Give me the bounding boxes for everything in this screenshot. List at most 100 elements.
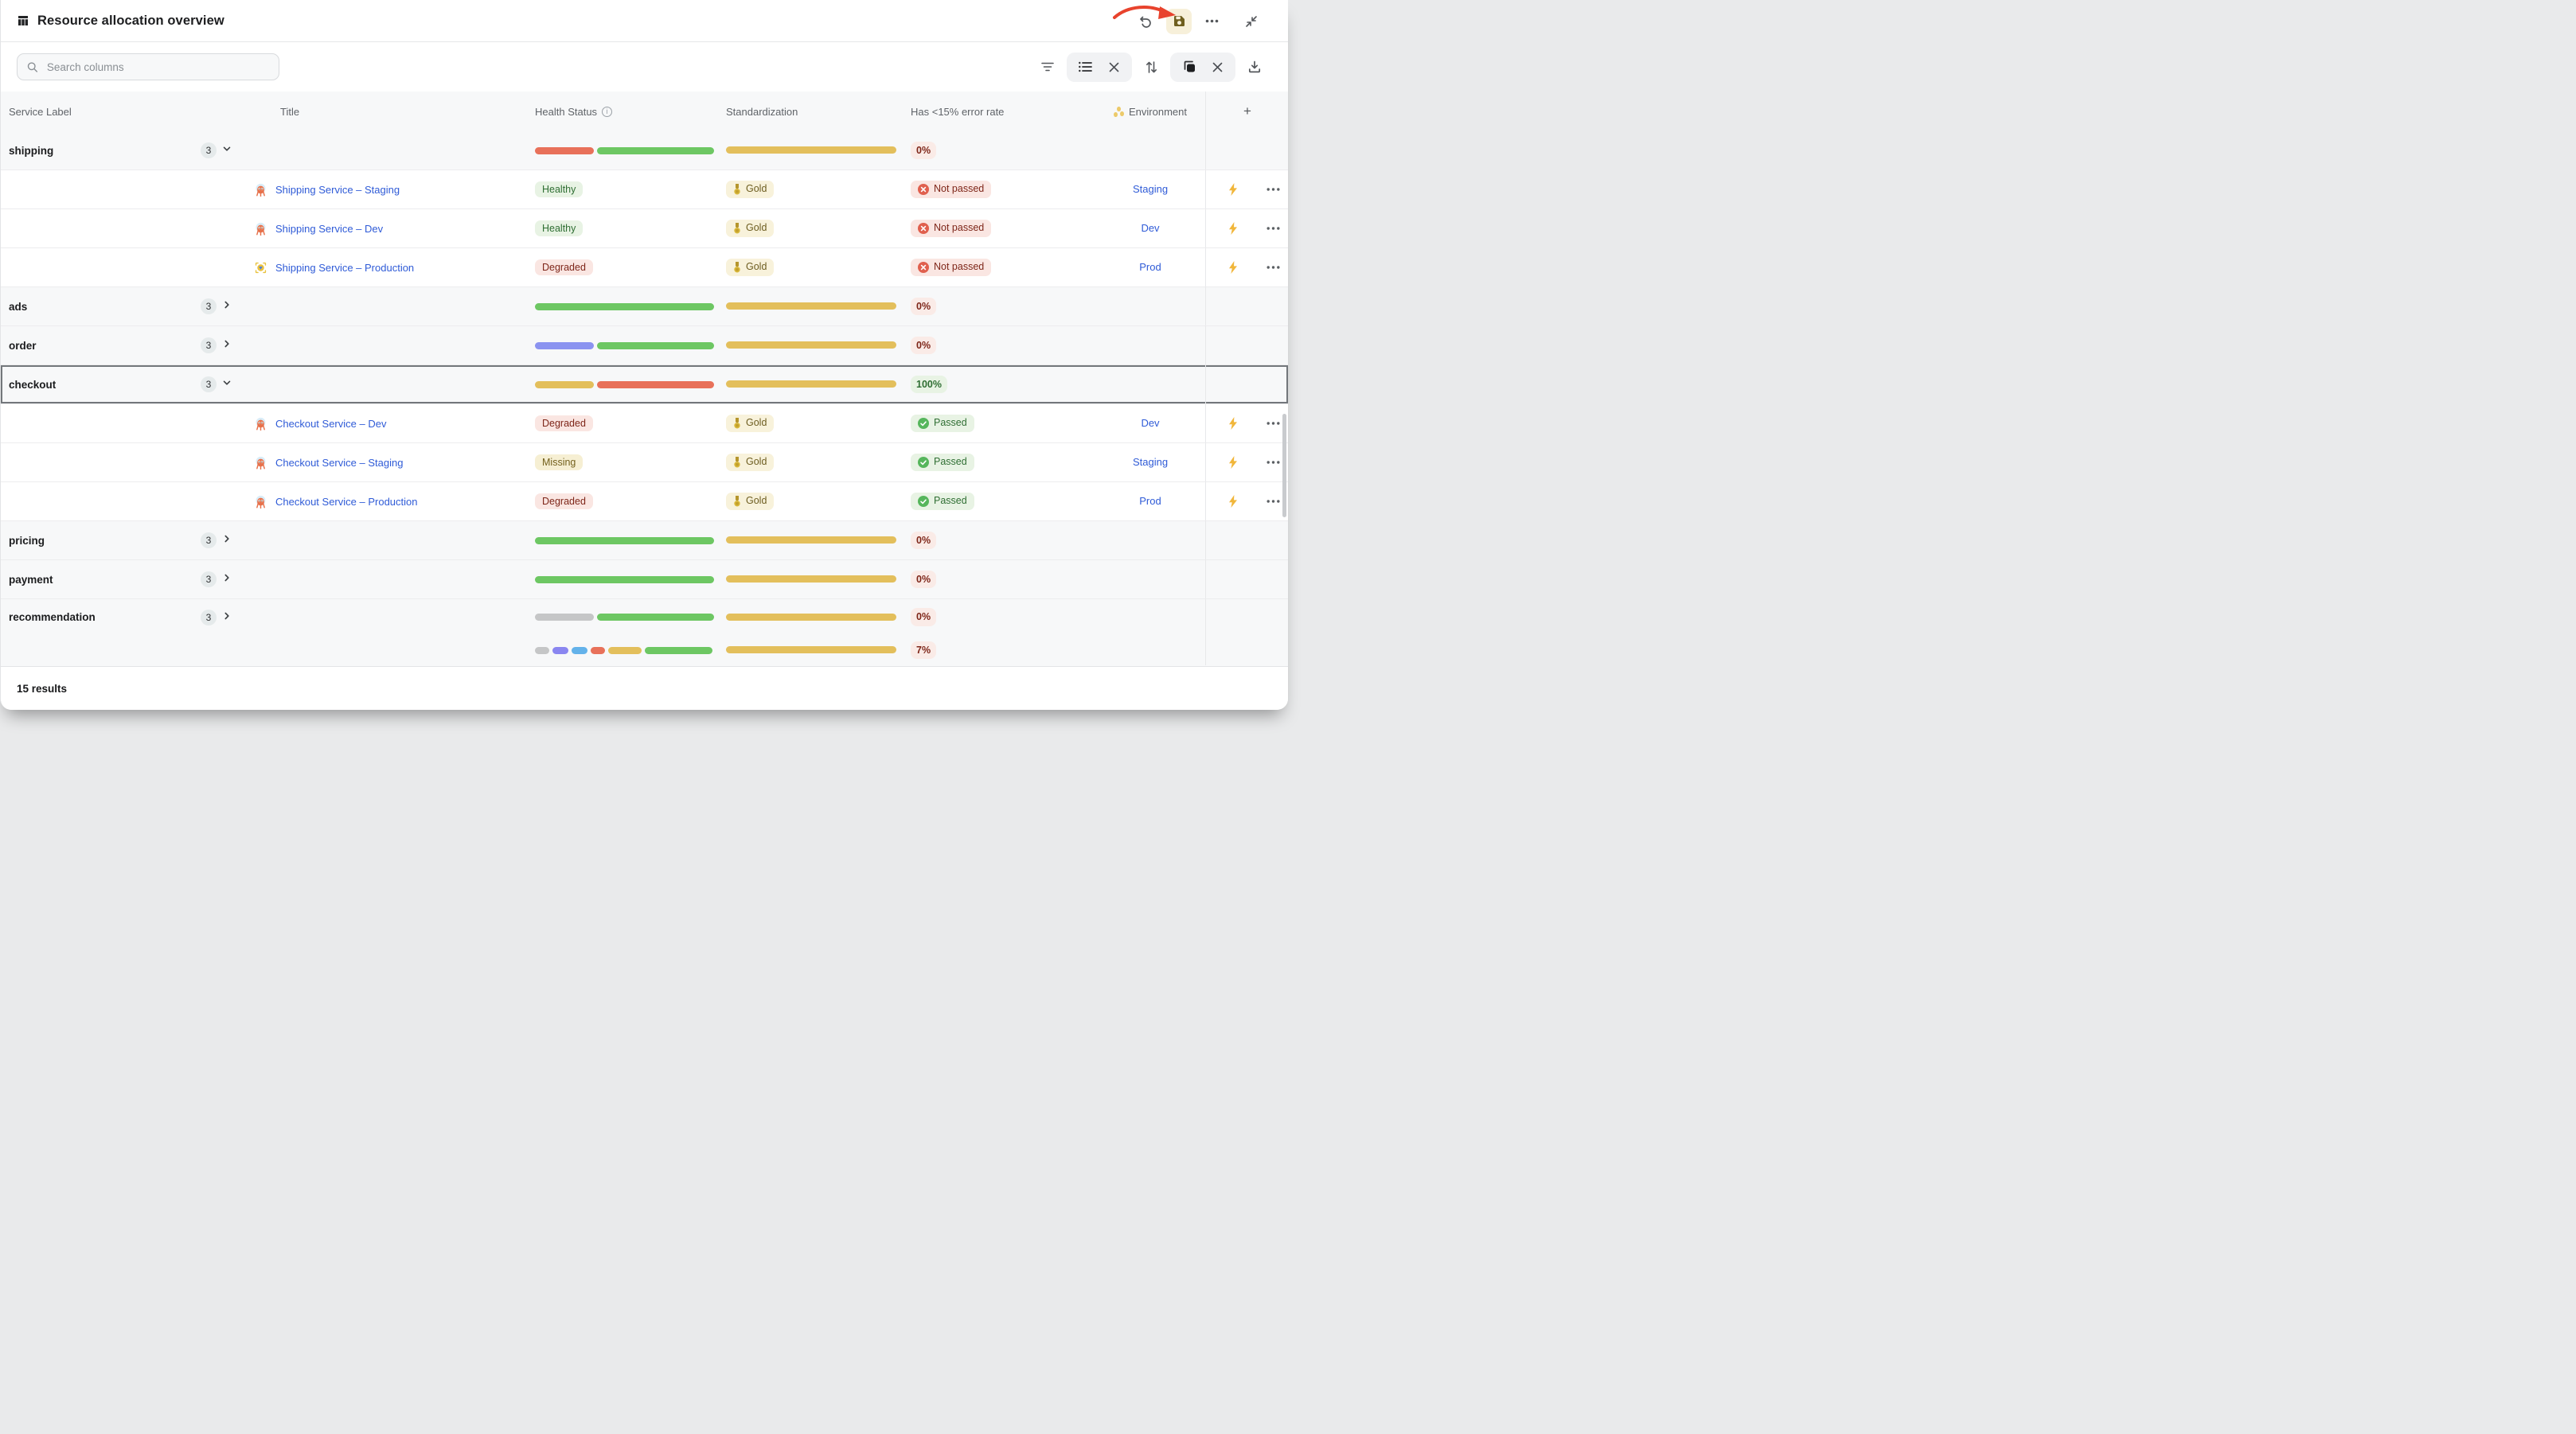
header-actions	[1133, 0, 1288, 42]
environment-link[interactable]: Dev	[1141, 417, 1159, 429]
standardization-badge: Gold	[726, 415, 774, 432]
group-expand-toggle[interactable]	[222, 533, 232, 547]
download-icon[interactable]	[1243, 56, 1266, 78]
row-actions	[1205, 635, 1288, 665]
gold-medal-icon	[733, 184, 741, 195]
service-row[interactable]: Checkout Service – Staging Missing Gold …	[1, 443, 1288, 482]
service-row[interactable]: Checkout Service – Production Degraded G…	[1, 482, 1288, 521]
service-row[interactable]: Shipping Service – Staging Healthy Gold …	[1, 170, 1288, 209]
services-table: Service Label Title Health Statusi Stand…	[1, 92, 1288, 666]
save-view-button[interactable]	[1166, 9, 1192, 34]
environment-link[interactable]: Prod	[1139, 261, 1161, 273]
error-check-badge: Not passed	[911, 220, 991, 237]
row-more-button[interactable]	[1263, 258, 1282, 277]
row-more-button[interactable]	[1263, 180, 1282, 199]
column-header-title[interactable]: Title	[248, 106, 526, 118]
filter-icon[interactable]	[1036, 56, 1059, 78]
service-title-link[interactable]: Checkout Service – Dev	[275, 418, 386, 430]
health-bar	[526, 342, 721, 349]
service-row[interactable]: Shipping Service – Production Degraded G…	[1, 248, 1288, 287]
environment-link[interactable]: Staging	[1133, 183, 1168, 195]
collapse-button[interactable]	[1239, 9, 1264, 34]
environment-link[interactable]: Staging	[1133, 456, 1168, 468]
chevron-right-icon	[222, 573, 232, 583]
group-expand-toggle[interactable]	[222, 377, 232, 392]
group-row-payment[interactable]: payment 3 0%	[1, 560, 1288, 599]
sort-icon[interactable]	[1140, 56, 1162, 78]
group-row-checkout[interactable]: checkout 3 100%	[1, 365, 1288, 404]
summary-row[interactable]: 7%	[1, 635, 1288, 665]
gold-medal-icon	[733, 262, 741, 273]
service-row[interactable]: Shipping Service – Dev Healthy Gold Not …	[1, 209, 1288, 248]
automation-bolt-button[interactable]	[1224, 453, 1243, 472]
row-more-button[interactable]	[1263, 219, 1282, 238]
column-header-health-status[interactable]: Health Statusi	[526, 106, 721, 118]
undo-button[interactable]	[1133, 9, 1158, 34]
health-bar	[526, 381, 721, 388]
error-check-badge: Not passed	[911, 181, 991, 198]
service-title-link[interactable]: Shipping Service – Dev	[275, 223, 383, 235]
row-grouping-icon[interactable]	[1074, 56, 1096, 78]
relation-icon	[1114, 107, 1124, 117]
service-row[interactable]: Checkout Service – Dev Degraded Gold Pas…	[1, 404, 1288, 443]
column-header-service-label[interactable]: Service Label	[1, 106, 248, 118]
search-columns-input[interactable]	[45, 60, 269, 74]
automation-bolt-button[interactable]	[1224, 219, 1243, 238]
service-title-link[interactable]: Shipping Service – Production	[275, 262, 414, 274]
group-row-recommendation[interactable]: recommendation 3 0%	[1, 599, 1288, 635]
column-header-standardization[interactable]: Standardization	[721, 106, 904, 118]
health-bar	[526, 537, 721, 544]
row-more-button[interactable]	[1263, 453, 1282, 472]
row-more-icon	[1267, 266, 1280, 269]
group-expand-toggle[interactable]	[222, 338, 232, 353]
automation-bolt-button[interactable]	[1224, 492, 1243, 511]
group-expand-toggle[interactable]	[222, 299, 232, 314]
search-columns-box[interactable]	[17, 53, 279, 80]
gold-medal-icon	[733, 418, 741, 429]
clear-grouping-icon[interactable]	[1103, 56, 1125, 78]
error-rate-badge: 0%	[911, 608, 936, 626]
health-bar	[526, 147, 721, 154]
row-actions	[1205, 209, 1288, 247]
row-more-button[interactable]	[1263, 492, 1282, 511]
page-title: Resource allocation overview	[37, 14, 224, 29]
row-actions	[1205, 287, 1288, 325]
standardization-badge: Gold	[726, 259, 774, 276]
automation-bolt-button[interactable]	[1224, 180, 1243, 199]
automation-bolt-button[interactable]	[1224, 414, 1243, 433]
row-actions	[1205, 131, 1288, 170]
service-title-link[interactable]: Shipping Service – Staging	[275, 184, 400, 196]
add-column-button[interactable]: +	[1205, 92, 1288, 131]
group-row-pricing[interactable]: pricing 3 0%	[1, 521, 1288, 560]
group-row-ads[interactable]: ads 3 0%	[1, 287, 1288, 326]
clear-stack-icon[interactable]	[1206, 56, 1228, 78]
row-more-button[interactable]	[1263, 414, 1282, 433]
group-row-shipping[interactable]: shipping 3 0%	[1, 131, 1288, 170]
group-expand-toggle[interactable]	[222, 143, 232, 158]
octopus-service-icon	[254, 417, 267, 431]
service-title-link[interactable]: Checkout Service – Production	[275, 496, 417, 508]
chevron-down-icon	[222, 144, 232, 154]
environment-link[interactable]: Dev	[1141, 222, 1159, 234]
table-footer: 15 results	[1, 666, 1288, 710]
automation-bolt-icon	[1228, 495, 1238, 508]
vertical-scrollbar[interactable]	[1282, 414, 1286, 517]
group-expand-toggle[interactable]	[222, 610, 232, 625]
group-label: pricing	[9, 535, 45, 547]
error-check-badge: Passed	[911, 454, 974, 471]
environment-link[interactable]: Prod	[1139, 495, 1161, 507]
row-more-icon	[1267, 188, 1280, 191]
info-icon[interactable]: i	[602, 107, 612, 117]
group-row-order[interactable]: order 3 0%	[1, 326, 1288, 365]
more-menu-button[interactable]	[1199, 9, 1224, 34]
chevron-down-icon	[222, 378, 232, 388]
check-circle-icon	[918, 457, 929, 468]
column-header-environment[interactable]: Environment	[1095, 106, 1205, 118]
results-count: 15 results	[17, 683, 67, 695]
stack-by-icon[interactable]	[1177, 56, 1200, 78]
group-expand-toggle[interactable]	[222, 572, 232, 586]
automation-bolt-button[interactable]	[1224, 258, 1243, 277]
column-header-error-rate[interactable]: Has <15% error rate	[904, 106, 1095, 118]
health-status-badge: Degraded	[535, 415, 593, 432]
service-title-link[interactable]: Checkout Service – Staging	[275, 457, 403, 469]
